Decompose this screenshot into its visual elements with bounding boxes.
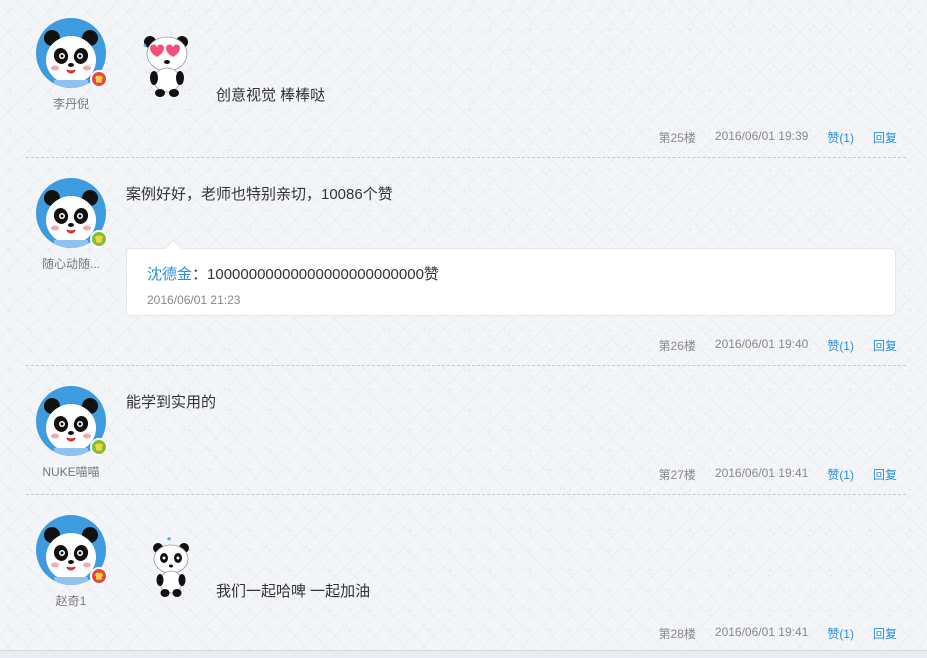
reply-button[interactable]: 回复 <box>873 129 897 146</box>
vip-badge-icon <box>90 567 108 585</box>
reply-separator: ： <box>192 266 208 283</box>
reply-button[interactable]: 回复 <box>873 337 897 354</box>
post-meta: 第27楼 2016/06/01 19:41 赞(1) 回复 <box>659 466 897 483</box>
reply-button[interactable]: 回复 <box>873 466 897 483</box>
username[interactable]: 李丹倪 <box>28 95 114 112</box>
svg-text:✦: ✦ <box>142 42 148 50</box>
member-badge-icon <box>90 230 108 248</box>
floor-number: 第27楼 <box>658 468 696 482</box>
heart-eyes-panda-icon: ✦ <box>138 28 196 103</box>
like-button[interactable]: 赞(1) <box>827 129 854 146</box>
post-meta: 第28楼 2016/06/01 19:41 赞(1) 回复 <box>659 625 897 642</box>
sweating-panda-icon <box>148 535 194 604</box>
divider <box>26 494 906 495</box>
like-button[interactable]: 赞(1) <box>827 337 854 354</box>
reply-text: 10000000000000000000000000赞 <box>207 266 439 283</box>
reply-author-link[interactable]: 沈德金 <box>147 266 192 283</box>
comment-text: 我们一起哈啤 一起加油 <box>216 583 371 600</box>
floor-number: 第25楼 <box>658 131 696 145</box>
avatar[interactable] <box>36 18 108 88</box>
floor-number: 第26楼 <box>658 339 696 353</box>
username[interactable]: NUKE喵喵 <box>28 463 114 480</box>
member-badge-icon <box>90 438 108 456</box>
username[interactable]: 随心动随... <box>28 255 114 272</box>
avatar[interactable] <box>36 178 108 248</box>
vip-badge-icon <box>90 70 108 88</box>
post-time: 2016/06/01 19:41 <box>714 466 809 480</box>
username[interactable]: 赵奇1 <box>28 592 114 609</box>
reply-line: 沈德金：10000000000000000000000000赞 <box>147 263 439 284</box>
post-time: 2016/06/01 19:41 <box>714 625 809 639</box>
reply-box: 沈德金：10000000000000000000000000赞 2016/06/… <box>126 239 896 316</box>
reply-button[interactable]: 回复 <box>873 625 897 642</box>
divider <box>26 157 906 158</box>
comment-text: 案例好好，老师也特别亲切，10086个赞 <box>126 186 393 203</box>
avatar[interactable] <box>36 515 108 585</box>
reply-time: 2016/06/01 21:23 <box>147 293 241 307</box>
avatar[interactable] <box>36 386 108 456</box>
comment-text: 创意视觉 棒棒哒 <box>216 87 326 104</box>
post-time: 2016/06/01 19:40 <box>714 337 809 351</box>
floor-number: 第28楼 <box>658 627 696 641</box>
like-button[interactable]: 赞(1) <box>827 625 854 642</box>
divider <box>26 365 906 366</box>
reply-box-arrow <box>164 239 183 258</box>
post-meta: 第26楼 2016/06/01 19:40 赞(1) 回复 <box>659 337 897 354</box>
post-time: 2016/06/01 19:39 <box>714 129 809 143</box>
comment-text: 能学到实用的 <box>126 394 217 411</box>
like-button[interactable]: 赞(1) <box>827 466 854 483</box>
post-meta: 第25楼 2016/06/01 19:39 赞(1) 回复 <box>659 129 897 146</box>
